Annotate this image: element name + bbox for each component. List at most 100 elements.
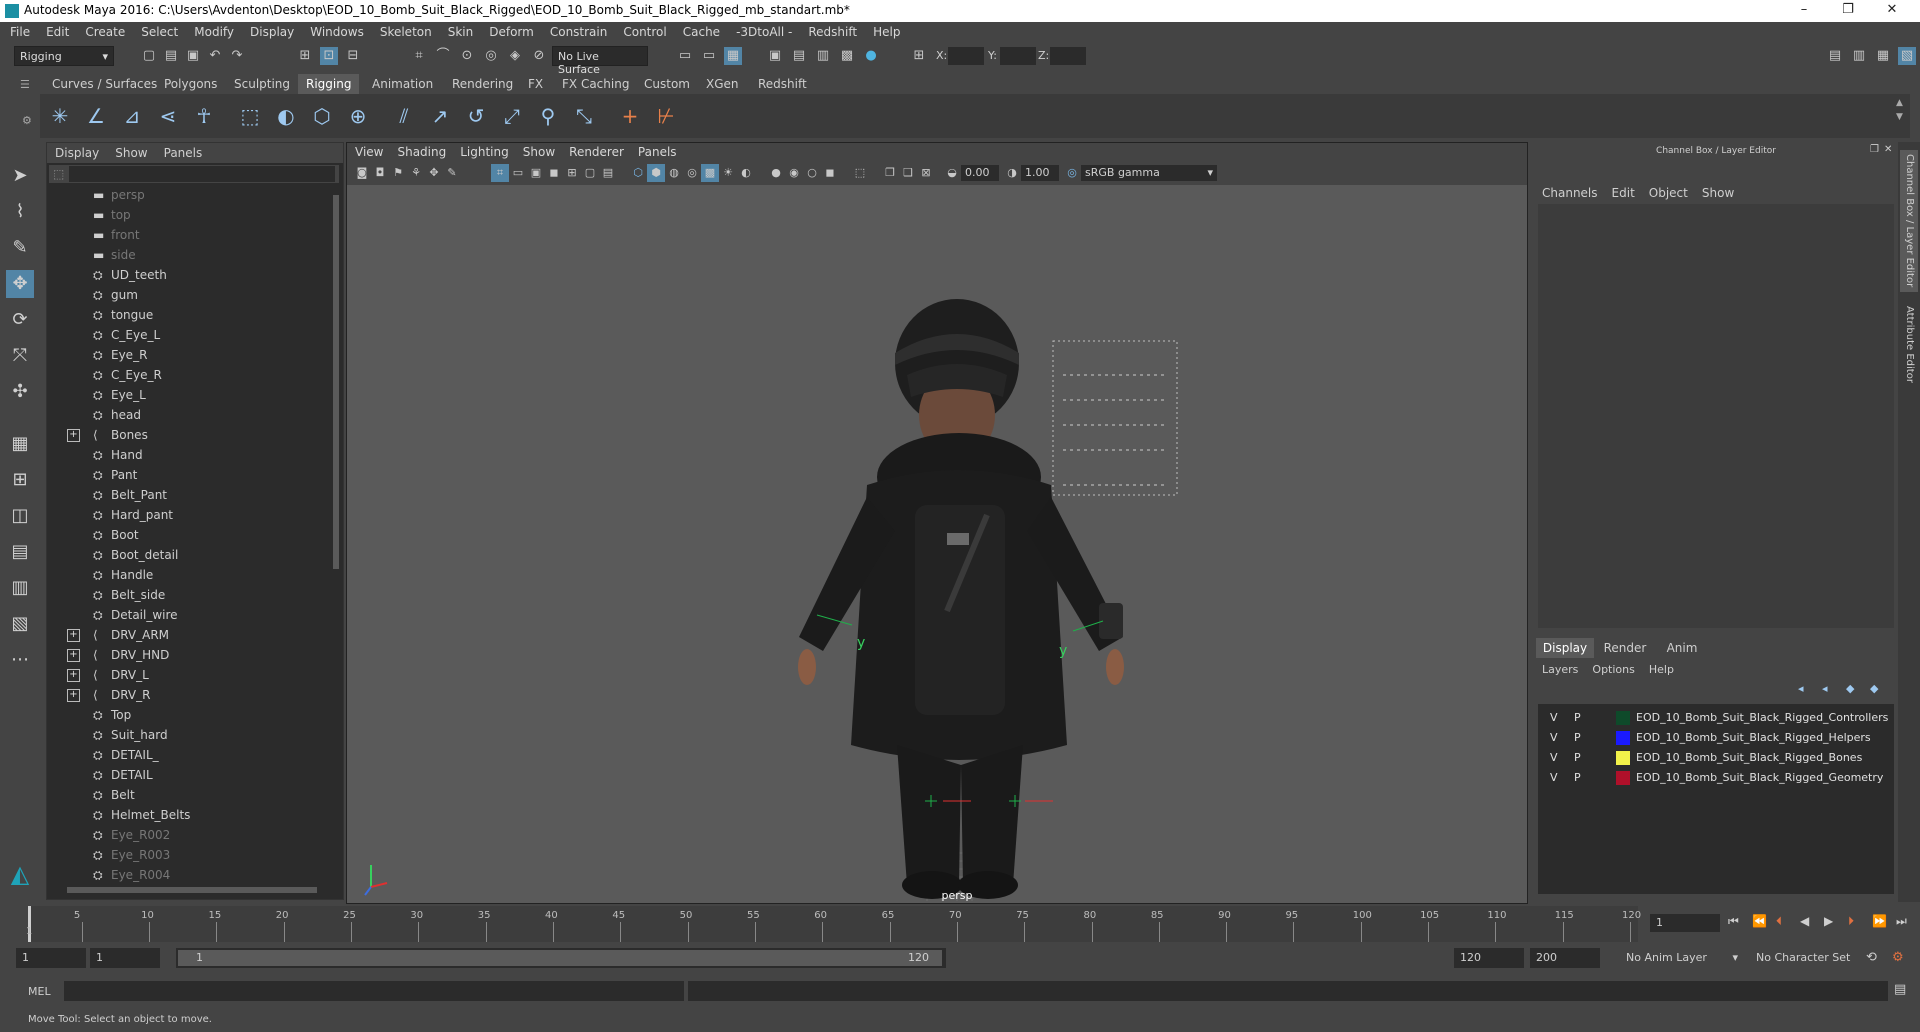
z-field[interactable]	[1050, 47, 1086, 65]
safe-title-icon[interactable]: ▤	[599, 164, 617, 182]
scale-tool-icon[interactable]: ⤧	[6, 342, 34, 370]
outliner-item[interactable]: ⛭ Belt_side	[47, 585, 327, 605]
expand-icon[interactable]: +	[67, 669, 80, 682]
live-surface-field[interactable]: No Live Surface	[552, 46, 648, 76]
render-frame-icon[interactable]: ▤	[790, 47, 808, 65]
viewport-menu-view[interactable]: View	[355, 145, 383, 159]
animation-preferences-icon[interactable]: ⚙	[1892, 950, 1904, 965]
outliner-item[interactable]: ⛭ Eye_R004	[47, 865, 327, 883]
range-slider-handle[interactable]: 1 120	[178, 950, 942, 966]
layer-playback-toggle[interactable]: P	[1574, 768, 1581, 788]
resolution-gate-icon[interactable]: ▣	[527, 164, 545, 182]
float-panel-icon[interactable]: ❐	[1870, 144, 1879, 155]
auto-key-icon[interactable]: ⟲	[1866, 950, 1877, 965]
outliner-item[interactable]: ⛭ Eye_R002	[47, 825, 327, 845]
menu-file[interactable]: File	[10, 25, 30, 39]
snap-view-icon[interactable]: ◎	[482, 47, 500, 65]
viewport-menu-show[interactable]: Show	[523, 145, 555, 159]
outliner-item[interactable]: ⛭ head	[47, 405, 327, 425]
animation-end-field[interactable]: 200	[1530, 948, 1600, 968]
outliner-item[interactable]: ▬ front	[47, 225, 327, 245]
outliner-item[interactable]: ⛭ Suit_hard	[47, 725, 327, 745]
gamma-icon[interactable]: ◑	[1003, 164, 1021, 182]
isolate-select-icon[interactable]: ⬚	[851, 164, 869, 182]
range-slider[interactable]: 1 120	[176, 948, 946, 968]
new-layer-icon[interactable]: ◆	[1846, 682, 1854, 695]
exposure-icon[interactable]: ◒	[943, 164, 961, 182]
tab-custom[interactable]: Custom	[636, 74, 698, 94]
outliner-item[interactable]: ⛭ Hand	[47, 445, 327, 465]
new-scene-icon[interactable]: ▢	[140, 47, 158, 65]
character-set-select[interactable]: No Character Set	[1744, 948, 1860, 968]
outliner-item[interactable]: ⛭ tongue	[47, 305, 327, 325]
outliner-item[interactable]: ⛭ C_Eye_L	[47, 325, 327, 345]
bookmark-icon[interactable]: ⚑	[389, 164, 407, 182]
lasso-tool-icon[interactable]: ⌇	[6, 198, 34, 226]
outliner-item[interactable]: ⛭ Pant	[47, 465, 327, 485]
anim-layer-select[interactable]: No Anim Layer ▾	[1614, 948, 1738, 968]
outliner-item[interactable]: + ⟨ DRV_ARM	[47, 625, 327, 645]
orient-constraint-icon[interactable]: ↺	[462, 102, 490, 130]
wireframe-icon[interactable]: ⬡	[629, 164, 647, 182]
parent-constraint-icon[interactable]: ⚲	[534, 102, 562, 130]
two-pane-layout-icon[interactable]: ◫	[6, 502, 34, 530]
default-material-icon[interactable]: ◍	[665, 164, 683, 182]
outliner-item[interactable]: + ⟨ DRV_L	[47, 665, 327, 685]
shelf-menu-icon[interactable]: ☰	[20, 78, 30, 91]
depth-of-field-icon[interactable]: ◼	[821, 164, 839, 182]
aim-constraint-icon[interactable]: ↗	[426, 102, 454, 130]
layer-menu-help[interactable]: Help	[1649, 663, 1674, 676]
viewport-menu-renderer[interactable]: Renderer	[569, 145, 624, 159]
humanik-icon[interactable]: ☥	[190, 102, 218, 130]
joint-tool-icon[interactable]: ✳	[46, 102, 74, 130]
outliner-item[interactable]: ⛭ DETAIL	[47, 765, 327, 785]
expand-icon[interactable]: +	[67, 689, 80, 702]
film-gate-icon[interactable]: ▭	[509, 164, 527, 182]
time-ruler[interactable]: 1 5 10 15 20 25 30 35 40 45 50 55 60 65 70 75 80 85 90 95 1…	[26, 906, 1641, 942]
menu-skeleton[interactable]: Skeleton	[380, 25, 432, 39]
tab-curves-surfaces[interactable]: Curves / Surfaces	[44, 74, 165, 94]
tab-xgen[interactable]: XGen	[698, 74, 747, 94]
viewport-menu-lighting[interactable]: Lighting	[460, 145, 509, 159]
menu-control[interactable]: Control	[623, 25, 666, 39]
select-tool-icon[interactable]: ➤	[6, 162, 34, 190]
maximize-button[interactable]: ❐	[1828, 2, 1868, 20]
paint-weights-icon[interactable]: ◐	[272, 102, 300, 130]
menu-deform[interactable]: Deform	[489, 25, 534, 39]
twod-pan-icon[interactable]: ✥	[425, 164, 443, 182]
layer-color-swatch[interactable]	[1616, 731, 1630, 745]
menu-select[interactable]: Select	[141, 25, 178, 39]
outliner-item[interactable]: ⛭ Belt_Pant	[47, 485, 327, 505]
outliner-menu-show[interactable]: Show	[115, 146, 147, 160]
outliner-item[interactable]: ⛭ UD_teeth	[47, 265, 327, 285]
move-layer-down-icon[interactable]: ◂	[1822, 682, 1828, 695]
point-constraint-icon[interactable]: ⫽	[390, 102, 418, 130]
select-hierarchy-icon[interactable]: ⊞	[296, 47, 314, 65]
tab-channel-box-vertical[interactable]: Channel Box / Layer Editor	[1900, 150, 1918, 292]
shelf-settings-icon[interactable]: ⚙	[22, 114, 32, 127]
outliner-item[interactable]: ▬ side	[47, 245, 327, 265]
input-ops-icon[interactable]: ▭	[676, 47, 694, 65]
outliner-item[interactable]: ⛭ Belt	[47, 785, 327, 805]
wireframe-on-shaded-icon[interactable]: ◎	[683, 164, 701, 182]
mel-label[interactable]: MEL	[28, 985, 51, 998]
close-button[interactable]: ✕	[1872, 2, 1912, 20]
render-settings-icon[interactable]: ▩	[838, 47, 856, 65]
script-editor-icon[interactable]: ▤	[1894, 982, 1906, 997]
playback-start-field[interactable]: 1	[90, 948, 160, 968]
outliner-item[interactable]: ⛭ Eye_L	[47, 385, 327, 405]
close-panel-icon[interactable]: ✕	[1884, 144, 1892, 155]
menu-create[interactable]: Create	[85, 25, 125, 39]
tab-render-layers[interactable]: Render	[1596, 638, 1654, 658]
xray-joints-icon[interactable]: ⊠	[917, 164, 935, 182]
outliner-item[interactable]: ⛭ Handle	[47, 565, 327, 585]
outliner-item[interactable]: ⛭ Helmet_Belts	[47, 805, 327, 825]
scene-canvas[interactable]: y y persp	[347, 185, 1527, 903]
more-layouts-icon[interactable]: ⋯	[6, 646, 34, 674]
viewport-panel[interactable]: View Shading Lighting Show Renderer Pane…	[346, 142, 1528, 904]
outliner-item[interactable]: + ⟨ DRV_HND	[47, 645, 327, 665]
new-layer-selected-icon[interactable]: ◆	[1870, 682, 1878, 695]
layer-menu-layers[interactable]: Layers	[1542, 663, 1578, 676]
snap-curve-icon[interactable]: ⌒	[434, 47, 452, 65]
ik-handle-icon[interactable]: ∠	[82, 102, 110, 130]
